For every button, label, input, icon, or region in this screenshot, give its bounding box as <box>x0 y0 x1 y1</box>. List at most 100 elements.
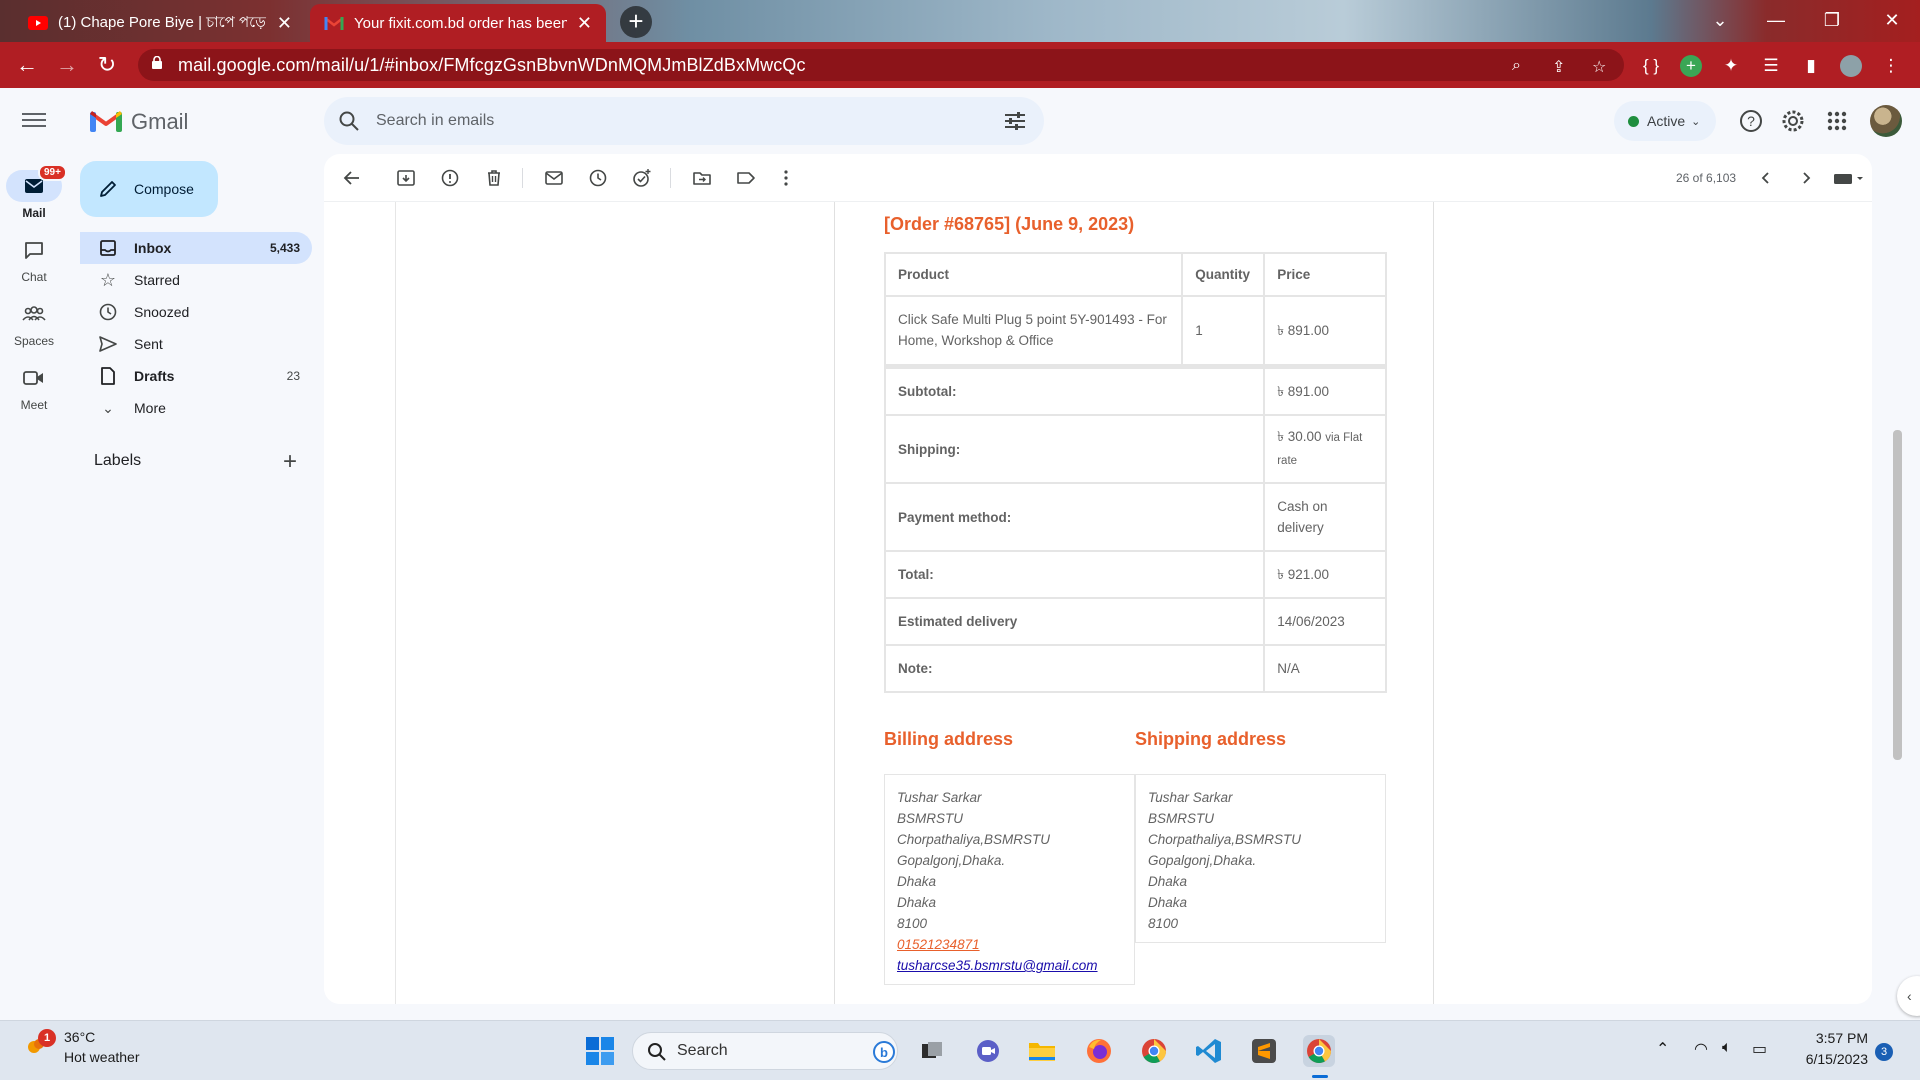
rail-meet[interactable]: Meet <box>0 362 68 412</box>
extensions-puzzle-icon[interactable]: ✦ <box>1720 55 1742 77</box>
search-icon[interactable] <box>338 110 360 132</box>
address-line: Gopalgonj,Dhaka. <box>1148 853 1257 868</box>
add-to-tasks-icon[interactable] <box>632 168 652 188</box>
chevron-down-icon: ⌄ <box>102 399 114 416</box>
label-tag-icon[interactable] <box>736 168 756 188</box>
settings-gear-icon[interactable] <box>1780 108 1806 134</box>
sidebar-item-starred[interactable]: ☆ Starred <box>80 264 312 296</box>
status-selector[interactable]: Active ⌄ <box>1614 101 1716 141</box>
move-to-folder-icon[interactable] <box>692 168 712 188</box>
sidebar-item-inbox[interactable]: Inbox 5,433 <box>80 232 312 264</box>
bookmark-star-icon[interactable]: ☆ <box>1592 57 1612 76</box>
apps-grid-icon[interactable] <box>1824 108 1850 134</box>
close-tab-icon[interactable]: ✕ <box>277 13 292 34</box>
tab-title: Your fixit.com.bd order has been <box>354 14 567 32</box>
temperature[interactable]: 36°C <box>64 1029 95 1045</box>
total-value: N/A <box>1263 644 1387 693</box>
older-chevron-right-icon[interactable] <box>1796 168 1816 188</box>
extension-braces-icon[interactable]: { } <box>1640 55 1662 77</box>
search-options-icon[interactable] <box>1004 111 1026 131</box>
taskbar-search[interactable]: Search b <box>632 1032 898 1070</box>
vscode-icon[interactable] <box>1193 1035 1225 1067</box>
new-tab-button[interactable]: + <box>620 6 652 38</box>
weather-alert-badge: 1 <box>38 1029 56 1047</box>
sidebar-item-more[interactable]: ⌄ More <box>80 392 312 424</box>
weather-description[interactable]: Hot weather <box>64 1049 139 1065</box>
rail-chat[interactable]: Chat <box>0 234 68 284</box>
url-text[interactable]: mail.google.com/mail/u/1/#inbox/FMfcgzGs… <box>178 55 806 76</box>
clock-time[interactable]: 3:57 PM <box>1812 1030 1868 1046</box>
windows-start-icon[interactable] <box>586 1037 614 1065</box>
wifi-icon[interactable]: ◠ <box>1694 1039 1708 1059</box>
clock-date[interactable]: 6/15/2023 <box>1796 1051 1868 1067</box>
newer-chevron-left-icon[interactable] <box>1756 168 1776 188</box>
table-row: Total: ৳ 921.00 <box>883 550 1387 599</box>
show-hidden-icons-chevron-icon[interactable]: ⌃ <box>1656 1039 1669 1059</box>
rail-mail[interactable]: 99+ Mail <box>0 164 68 220</box>
account-avatar[interactable] <box>1870 105 1902 137</box>
omnibox[interactable]: mail.google.com/mail/u/1/#inbox/FMfcgzGs… <box>138 49 1624 81</box>
add-label-icon[interactable]: + <box>283 448 297 476</box>
share-icon[interactable]: ⇪ <box>1552 57 1572 76</box>
mark-unread-icon[interactable] <box>544 168 564 188</box>
address-line: Tushar Sarkar <box>1148 790 1233 805</box>
show-side-panel-chevron-icon[interactable]: ‹ <box>1897 976 1920 1016</box>
reload-icon[interactable]: ↻ <box>92 50 122 80</box>
media-queue-icon[interactable]: ☰ <box>1760 55 1782 77</box>
address-line: 8100 <box>897 916 928 931</box>
browser-tab-youtube[interactable]: (1) Chape Pore Biye | চাপে পড়ে বিয়ে ✕ <box>14 4 306 42</box>
order-email: [Order #68765] (June 9, 2023) Product Qu… <box>834 202 1434 1004</box>
search-input[interactable] <box>366 97 966 145</box>
close-window-icon[interactable]: ✕ <box>1864 0 1920 40</box>
windows-taskbar: 1 36°C Hot weather Search b ⌃ ◠ 🔈︎ ▭ 3:5… <box>0 1020 1920 1080</box>
report-spam-icon[interactable] <box>440 168 460 188</box>
content-divider <box>395 202 396 1004</box>
table-row: Note: N/A <box>883 644 1387 693</box>
help-icon[interactable]: ? <box>1738 108 1764 134</box>
compose-label: Compose <box>134 181 194 197</box>
keyboard-input-tools-icon[interactable] <box>1832 168 1866 188</box>
more-vertical-icon[interactable] <box>776 168 796 188</box>
back-to-inbox-icon[interactable] <box>342 168 362 188</box>
search-bar[interactable] <box>324 97 1044 145</box>
extension-green-icon[interactable]: + <box>1680 55 1702 77</box>
chrome-icon[interactable] <box>1138 1035 1170 1067</box>
address-line: 8100 <box>1148 916 1179 931</box>
minimize-icon[interactable]: — <box>1748 0 1804 40</box>
snooze-clock-icon[interactable] <box>588 168 608 188</box>
volume-icon[interactable]: 🔈︎ <box>1722 1039 1732 1057</box>
rail-label: Spaces <box>13 334 55 348</box>
forward-icon[interactable]: → <box>52 50 82 80</box>
column-header: Product <box>883 252 1184 297</box>
tab-search-icon[interactable]: ⌄ <box>1692 0 1748 40</box>
sublime-text-icon[interactable] <box>1248 1035 1280 1067</box>
email-link[interactable]: tusharcse35.bsmrstu@gmail.com <box>897 955 1122 976</box>
notification-count-badge[interactable]: 3 <box>1875 1043 1893 1061</box>
delete-trash-icon[interactable] <box>484 168 504 188</box>
back-icon[interactable]: ← <box>12 50 42 80</box>
table-row: Payment method: Cash on delivery <box>883 482 1387 552</box>
archive-icon[interactable] <box>396 168 416 188</box>
chrome-menu-icon[interactable]: ⋮ <box>1880 55 1902 77</box>
firefox-icon[interactable] <box>1083 1035 1115 1067</box>
phone-link[interactable]: 01521234871 <box>897 934 1122 955</box>
sidebar-item-snoozed[interactable]: Snoozed <box>80 296 312 328</box>
sidebar-item-drafts[interactable]: Drafts 23 <box>80 360 312 392</box>
browser-tab-gmail[interactable]: Your fixit.com.bd order has been ✕ <box>310 4 606 42</box>
zoom-icon[interactable]: ⌕ <box>1512 57 1532 75</box>
file-explorer-icon[interactable] <box>1026 1035 1058 1067</box>
product-price: ৳ 891.00 <box>1263 295 1387 367</box>
chrome-active-icon[interactable] <box>1303 1035 1335 1067</box>
restore-icon[interactable]: ❐ <box>1804 0 1860 40</box>
sidebar-item-sent[interactable]: Sent <box>80 328 312 360</box>
main-menu-icon[interactable] <box>22 110 46 130</box>
teams-chat-icon[interactable] <box>972 1035 1004 1067</box>
task-view-icon[interactable] <box>916 1035 948 1067</box>
side-panel-icon[interactable]: ▮ <box>1800 55 1822 77</box>
battery-icon[interactable]: ▭ <box>1752 1039 1767 1059</box>
rail-spaces[interactable]: Spaces <box>0 298 68 348</box>
compose-button[interactable]: Compose <box>80 161 218 217</box>
profile-avatar-icon[interactable] <box>1840 55 1862 77</box>
close-tab-icon[interactable]: ✕ <box>577 13 592 34</box>
scrollbar-thumb[interactable] <box>1893 430 1902 760</box>
